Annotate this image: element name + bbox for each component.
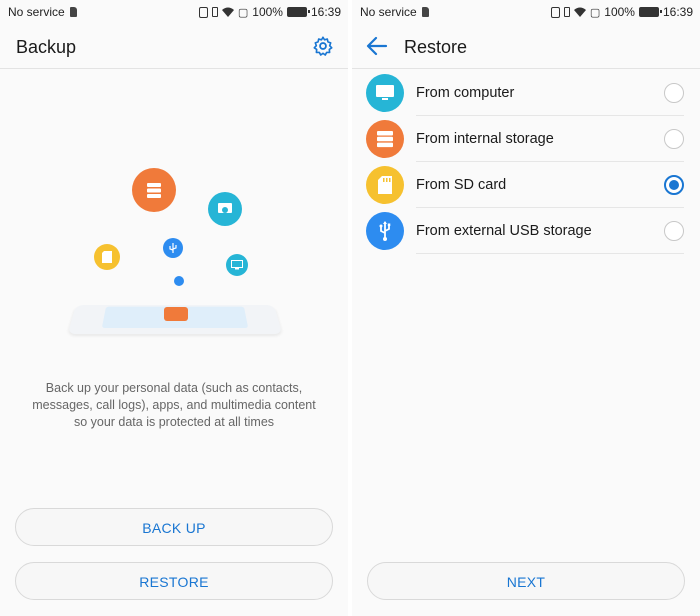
radio-button[interactable]	[664, 221, 684, 241]
monitor-bubble-icon	[226, 254, 248, 276]
backup-description: Back up your personal data (such as cont…	[32, 381, 316, 429]
sd-bubble-icon	[94, 244, 120, 270]
wifi-icon	[573, 7, 586, 17]
page-title: Restore	[404, 37, 468, 57]
sd-card-status-icon	[69, 7, 77, 17]
carrier-text: No service	[360, 5, 417, 19]
usb-icon	[366, 212, 404, 250]
restore-button[interactable]: RESTORE	[15, 562, 333, 600]
battery-percent: 100%	[604, 5, 635, 19]
radio-button[interactable]	[664, 129, 684, 149]
option-label: From internal storage	[416, 131, 554, 147]
carrier-text: No service	[8, 5, 65, 19]
dot-bubble-icon	[174, 276, 184, 286]
clock: 16:39	[662, 5, 693, 19]
option-from-computer[interactable]: From computer	[352, 70, 700, 116]
battery-saver-icon: ▢	[237, 6, 249, 19]
storage-bubble-icon	[132, 168, 176, 212]
gear-icon[interactable]	[312, 35, 334, 57]
radio-button-selected[interactable]	[664, 175, 684, 195]
status-bar: No service ▢ 100% 16:39	[0, 0, 348, 24]
storage-icon	[366, 120, 404, 158]
backup-screen: No service ▢ 100% 16:39 Backup Back up y…	[0, 0, 348, 616]
app-bar: Backup	[0, 24, 348, 68]
monitor-icon	[366, 74, 404, 112]
phone-chip-icon	[164, 307, 188, 321]
cloud-bubble-icon	[208, 192, 242, 226]
row-divider	[416, 253, 684, 254]
radio-button[interactable]	[664, 83, 684, 103]
status-bar: No service ▢ 100% 16:39	[352, 0, 700, 24]
sd-card-status-icon	[421, 7, 429, 17]
arrow-left-icon[interactable]	[366, 36, 388, 56]
option-label: From SD card	[416, 177, 507, 193]
app-bar-divider	[0, 68, 348, 69]
nfc-icon	[550, 6, 560, 18]
restore-screen: No service ▢ 100% 16:39 Restore From com…	[352, 0, 700, 616]
vibrate-icon	[563, 7, 570, 17]
battery-saver-icon: ▢	[589, 6, 601, 19]
option-from-external-usb[interactable]: From external USB storage	[352, 208, 700, 254]
battery-percent: 100%	[252, 5, 283, 19]
option-label: From external USB storage	[416, 223, 592, 239]
vibrate-icon	[211, 7, 218, 17]
usb-bubble-icon	[163, 238, 183, 258]
back-up-button[interactable]: BACK UP	[15, 508, 333, 546]
nfc-icon	[198, 6, 208, 18]
app-bar: Restore	[352, 24, 700, 68]
next-button[interactable]: NEXT	[367, 562, 685, 600]
option-from-sd-card[interactable]: From SD card	[352, 162, 700, 208]
page-title: Backup	[16, 37, 77, 57]
battery-icon	[638, 7, 662, 17]
clock: 16:39	[310, 5, 341, 19]
battery-icon	[286, 7, 310, 17]
sd-card-icon	[366, 166, 404, 204]
wifi-icon	[221, 7, 234, 17]
option-from-internal-storage[interactable]: From internal storage	[352, 116, 700, 162]
backup-illustration	[0, 160, 348, 350]
app-bar-divider	[352, 68, 700, 69]
option-label: From computer	[416, 85, 515, 101]
